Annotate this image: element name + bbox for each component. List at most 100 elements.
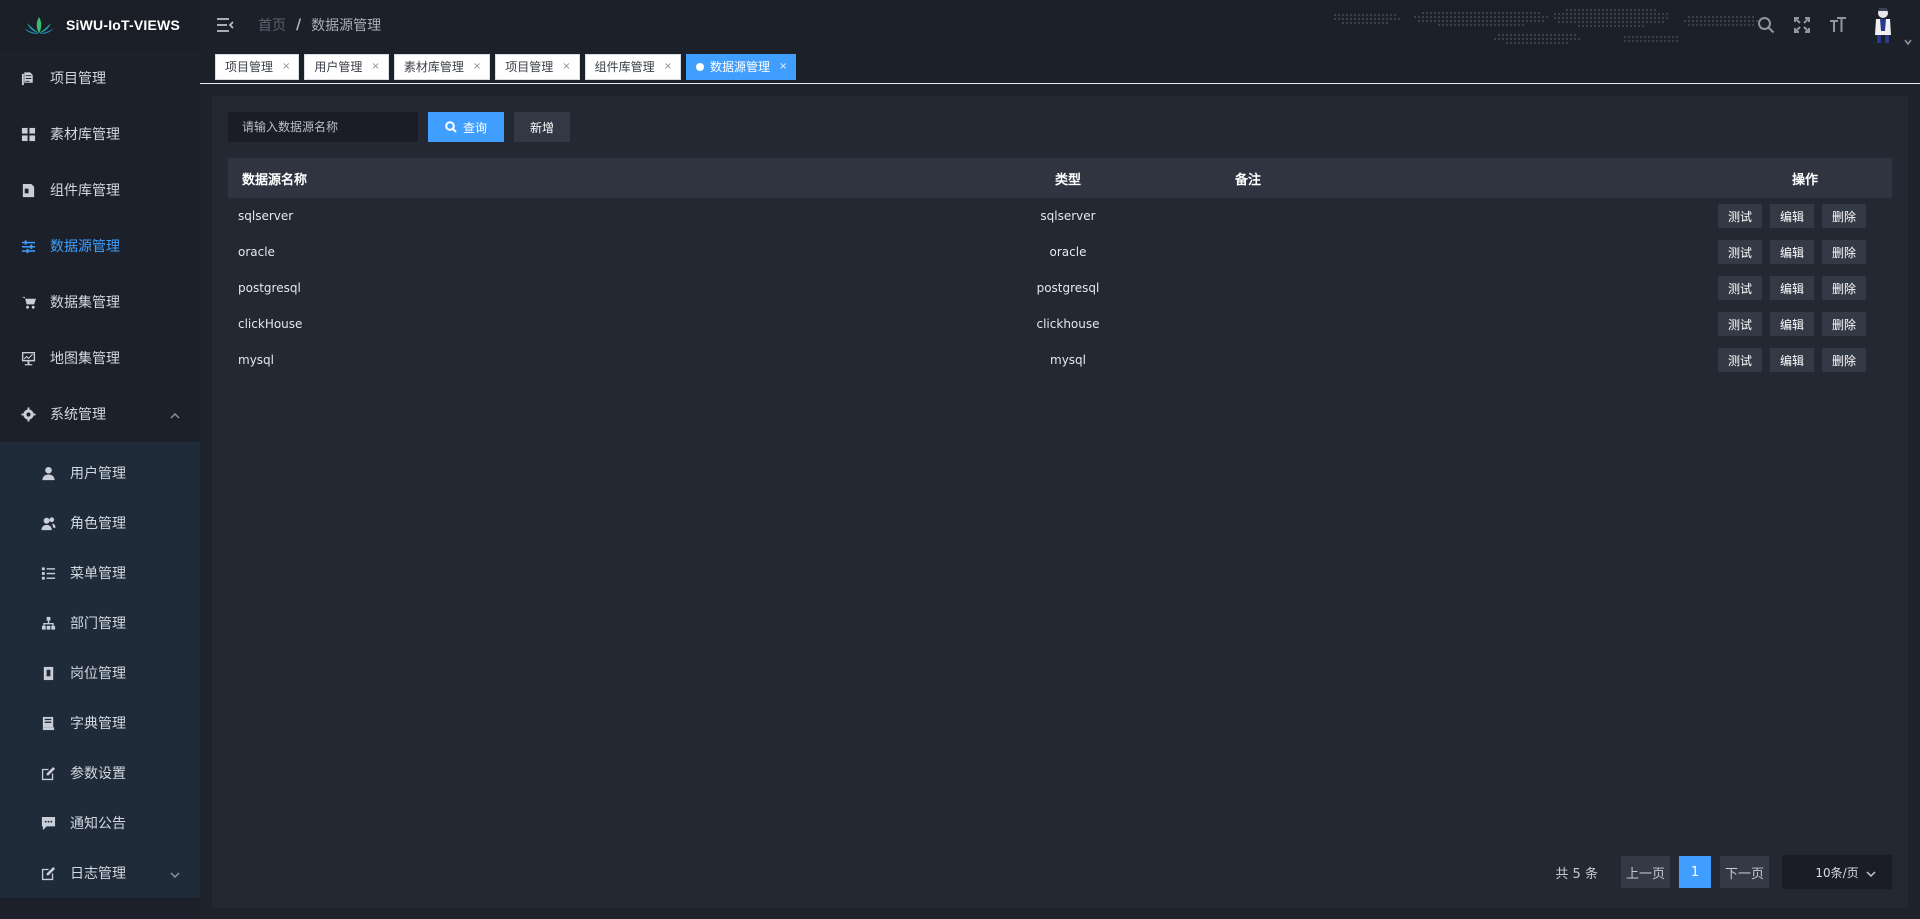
cell-type: oracle [1049,245,1087,259]
test-button[interactable]: 测试 [1718,348,1762,372]
chevron-up-icon [170,409,180,419]
table-row: mysql mysql 测试 编辑 删除 [228,342,1892,378]
org-tree-icon [40,615,56,631]
submenu-item-0[interactable]: 用户管理 [0,448,200,498]
page-number-button[interactable]: 1 [1678,856,1711,888]
log-icon [40,865,56,881]
font-size-icon[interactable] [1828,15,1848,35]
close-icon[interactable]: × [371,61,379,72]
cell-name: clickHouse [238,317,303,331]
submenu-item-8[interactable]: 日志管理 [0,848,200,898]
system-submenu: 用户管理角色管理菜单管理 部门管理 岗位管理字典管理参数设置通知公告日志管理 [0,442,200,898]
users-icon [40,515,56,531]
delete-button[interactable]: 删除 [1822,348,1866,372]
sidebar-item-5[interactable]: 地图集管理 [0,330,200,386]
page-size-select[interactable]: 10条/页 [1782,855,1892,889]
close-icon[interactable]: × [282,61,290,72]
badge-icon [40,665,56,681]
test-button[interactable]: 测试 [1718,312,1762,336]
query-label: 查询 [462,120,487,135]
fullscreen-icon[interactable] [1792,15,1812,35]
cell-actions: 测试 编辑 删除 [1492,276,1892,300]
add-button[interactable]: 新增 [514,112,570,142]
sliders-icon [20,238,36,254]
search-icon[interactable] [1756,15,1776,35]
edit-button[interactable]: 编辑 [1770,348,1814,372]
query-button[interactable]: 查询 [428,112,504,142]
edit-button[interactable]: 编辑 [1770,204,1814,228]
tag-0[interactable]: 项目管理 × [215,53,300,80]
delete-button[interactable]: 删除 [1822,312,1866,336]
sidebar-item-1[interactable]: 素材库管理 [0,106,200,162]
delete-button[interactable]: 删除 [1822,204,1866,228]
submenu-item-label: 日志管理 [70,866,126,882]
user-avatar[interactable] [1866,5,1912,46]
submenu-item-5[interactable]: 字典管理 [0,698,200,748]
submenu-item-4[interactable]: 岗位管理 [0,648,200,698]
sidebar-item-4[interactable]: 数据集管理 [0,274,200,330]
close-icon[interactable]: × [562,61,570,72]
sidebar-item-label: 系统管理 [50,407,106,423]
chevron-down-icon [1866,868,1876,878]
cart-icon [20,294,36,310]
table-row: oracle oracle 测试 编辑 删除 [228,234,1892,270]
sidebar-item-6[interactable]: 系统管理 [0,386,200,442]
tag-2[interactable]: 素材库管理 × [393,53,491,80]
submenu-item-label: 角色管理 [70,516,126,532]
close-icon[interactable]: × [473,61,481,72]
cell-actions: 测试 编辑 删除 [1492,348,1892,372]
collapse-sidebar-icon[interactable] [216,16,234,34]
cell-type: clickhouse [1036,317,1100,331]
breadcrumb-current: 数据源管理 [311,18,382,34]
submenu-item-1[interactable]: 角色管理 [0,498,200,548]
tag-1[interactable]: 用户管理 × [304,53,389,80]
cell-name: oracle [238,245,275,259]
chevron-down-icon [1904,35,1912,46]
cell-type: postgresql [1036,281,1100,295]
close-icon[interactable]: × [779,61,787,72]
header-ops: 操作 [1791,172,1818,188]
tag-3[interactable]: 项目管理 × [495,53,580,80]
page-size-value: 10条/页 [1815,865,1859,880]
test-button[interactable]: 测试 [1718,276,1762,300]
submenu-item-label: 用户管理 [70,466,126,482]
submenu-item-label: 通知公告 [70,816,126,832]
submenu-item-label: 参数设置 [70,766,126,782]
delete-button[interactable]: 删除 [1822,240,1866,264]
test-button[interactable]: 测试 [1718,240,1762,264]
close-icon[interactable]: × [664,61,672,72]
tag-5[interactable]: 数据源管理 × [686,53,797,80]
active-dot-icon [696,62,705,71]
tag-label: 项目管理 [225,60,274,74]
submenu-item-6[interactable]: 参数设置 [0,748,200,798]
cell-type: sqlserver [1040,209,1096,223]
delete-button[interactable]: 删除 [1822,276,1866,300]
sidebar-item-3[interactable]: 数据源管理 [0,218,200,274]
tag-4[interactable]: 组件库管理 × [584,53,682,80]
list-icon [40,565,56,581]
cell-name: mysql [238,353,274,367]
submenu-item-3[interactable]: 部门管理 [0,598,200,648]
cell-name: sqlserver [238,209,294,223]
datasource-name-input[interactable] [228,112,418,142]
logo: SiWU-IoT-VIEWS [0,0,200,50]
breadcrumb-separator: / [296,17,302,33]
edit-button[interactable]: 编辑 [1770,276,1814,300]
sidebar-item-0[interactable]: 项目管理 [0,50,200,106]
prev-page-button[interactable]: 上一页 [1620,856,1670,888]
test-button[interactable]: 测试 [1718,204,1762,228]
submenu-item-7[interactable]: 通知公告 [0,798,200,848]
table-row: sqlserver sqlserver 测试 编辑 删除 [228,198,1892,234]
breadcrumb-home[interactable]: 首页 [258,15,286,35]
submenu-item-2[interactable]: 菜单管理 [0,548,200,598]
edit-button[interactable]: 编辑 [1770,312,1814,336]
edit-button[interactable]: 编辑 [1770,240,1814,264]
datasource-table: 数据源名称 类型 备注 操作 sqlserver sqlserver 测试 编辑 删除 o… [228,158,1892,378]
header-name: 数据源名称 [242,172,308,188]
next-page-button[interactable]: 下一页 [1719,856,1769,888]
sidebar-item-label: 数据集管理 [50,295,120,311]
header-remark: 备注 [1234,172,1261,188]
sidebar-item-2[interactable]: 组件库管理 [0,162,200,218]
tag-label: 数据源管理 [710,60,771,74]
submenu-item-label: 字典管理 [70,716,126,732]
